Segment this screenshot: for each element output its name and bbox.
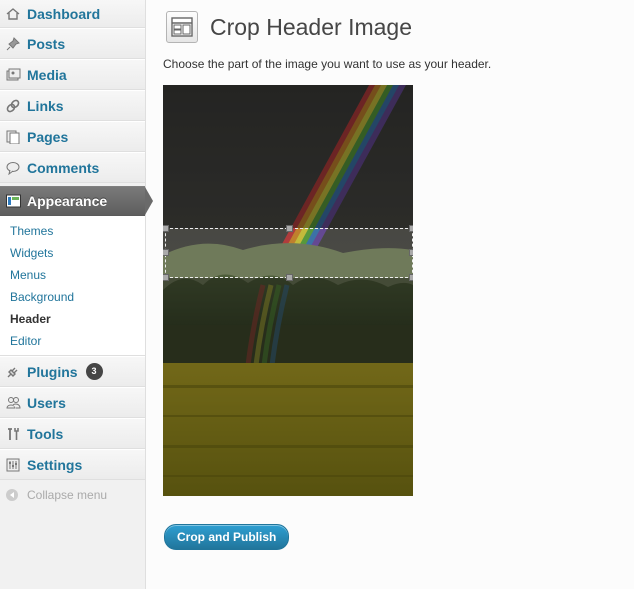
menu-label-comments: Comments [27, 159, 100, 176]
admin-sidebar: Dashboard Posts Media Links Pages Commen… [0, 0, 153, 589]
menu-item-appearance[interactable]: Appearance [0, 186, 153, 216]
crop-handle-top-right[interactable] [409, 225, 413, 232]
menu-label-media: Media [27, 66, 67, 83]
page-title: Crop Header Image [210, 13, 412, 40]
link-icon [5, 98, 21, 114]
crop-handle-top-left[interactable] [163, 225, 169, 232]
menu-item-tools[interactable]: Tools [0, 418, 145, 449]
menu-item-dashboard[interactable]: Dashboard [0, 0, 145, 28]
submenu-item-header[interactable]: Header [0, 308, 145, 330]
menu-item-users[interactable]: Users [0, 387, 145, 418]
menu-item-media[interactable]: Media [0, 59, 145, 90]
menu-item-plugins[interactable]: Plugins 3 [0, 356, 145, 387]
dashboard-icon [5, 6, 21, 22]
main-content: Crop Header Image Choose the part of the… [163, 0, 623, 550]
plug-icon [5, 364, 21, 380]
crop-handle-middle-left[interactable] [163, 249, 169, 256]
submenu-item-themes[interactable]: Themes [0, 220, 145, 242]
menu-label-pages: Pages [27, 128, 69, 145]
plugin-update-count-badge: 3 [85, 363, 103, 380]
menu-label-plugins: Plugins [27, 363, 78, 380]
menu-label-users: Users [27, 394, 66, 411]
pin-icon [5, 36, 21, 52]
menu-label-settings: Settings [27, 456, 83, 473]
header-image-crop-area[interactable] [163, 85, 413, 496]
crop-handle-bottom-right[interactable] [409, 274, 413, 281]
menu-label-tools: Tools [27, 425, 64, 442]
appearance-page-icon [166, 11, 198, 43]
crop-selection-box[interactable] [163, 225, 413, 281]
settings-icon [5, 457, 21, 473]
menu-item-links[interactable]: Links [0, 90, 145, 121]
pages-icon [5, 129, 21, 145]
crop-handle-bottom-middle[interactable] [286, 274, 293, 281]
submenu-item-widgets[interactable]: Widgets [0, 242, 145, 264]
menu-item-settings[interactable]: Settings [0, 449, 145, 480]
media-icon [5, 67, 21, 83]
crop-and-publish-button[interactable]: Crop and Publish [164, 524, 290, 550]
menu-label-appearance: Appearance [27, 193, 108, 209]
menu-item-comments[interactable]: Comments [0, 152, 145, 183]
submenu-item-editor[interactable]: Editor [0, 330, 145, 352]
crop-instructions: Choose the part of the image you want to… [163, 57, 492, 71]
collapse-menu-label: Collapse menu [27, 488, 108, 502]
crop-shade-bottom [163, 278, 413, 496]
crop-handle-top-middle[interactable] [286, 225, 293, 232]
submenu-item-background[interactable]: Background [0, 286, 145, 308]
menu-label-dashboard: Dashboard [27, 5, 101, 22]
page-header: Crop Header Image [163, 2, 623, 52]
collapse-arrow-icon [6, 489, 18, 501]
collapse-menu-button[interactable]: Collapse menu [0, 480, 145, 510]
comment-icon [5, 160, 21, 176]
users-icon [5, 395, 21, 411]
menu-label-posts: Posts [27, 35, 66, 52]
crop-handle-bottom-left[interactable] [163, 274, 169, 281]
menu-label-links: Links [27, 97, 64, 114]
appearance-icon [5, 193, 21, 209]
crop-handle-middle-right[interactable] [409, 249, 413, 256]
appearance-submenu: Themes Widgets Menus Background Header E… [0, 216, 145, 356]
crop-shade-top [163, 85, 413, 228]
submenu-item-menus[interactable]: Menus [0, 264, 145, 286]
menu-item-posts[interactable]: Posts [0, 28, 145, 59]
menu-item-pages[interactable]: Pages [0, 121, 145, 152]
tools-icon [5, 426, 21, 442]
